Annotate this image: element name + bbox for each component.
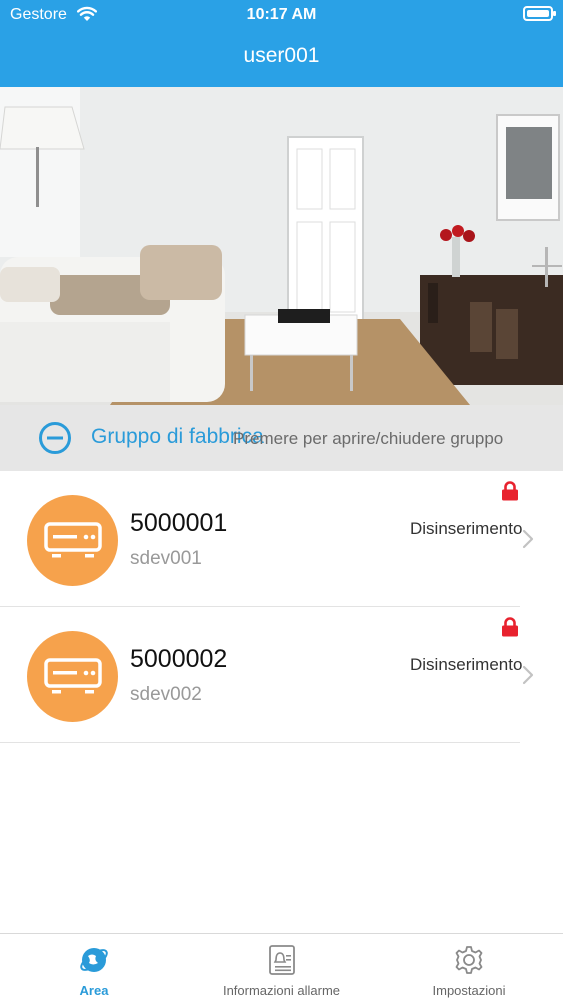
device-icon [44, 522, 102, 558]
device-status: Disinserimento [410, 519, 523, 538]
lock-icon [501, 481, 519, 506]
tab-label: Informazioni allarme [222, 983, 341, 998]
tab-label: Area [79, 983, 109, 998]
hero-image [0, 87, 563, 405]
chevron-right-icon [522, 529, 534, 554]
tab-bar: Area Informazioni allarme Impostazioni [0, 933, 563, 1000]
device-avatar [27, 631, 118, 722]
device-row[interactable]: 5000001 sdev001 Disinserimento [0, 471, 563, 607]
battery-icon [523, 6, 556, 21]
device-row[interactable]: 5000002 sdev002 Disinserimento [0, 607, 563, 743]
tab-area[interactable]: Area [0, 934, 188, 1000]
globe-icon [78, 944, 110, 976]
chevron-right-icon [522, 665, 534, 690]
alarm-info-icon [266, 944, 298, 976]
device-icon [44, 658, 102, 694]
tab-alarm-info[interactable]: Informazioni allarme [188, 934, 375, 1000]
device-subtitle: sdev001 [130, 548, 202, 569]
collapse-group-icon[interactable] [38, 421, 72, 455]
status-bar: Gestore 10:17 AM [0, 0, 563, 30]
device-subtitle: sdev002 [130, 684, 202, 705]
tab-settings[interactable]: Impostazioni [375, 934, 563, 1000]
device-name: 5000002 [130, 645, 228, 673]
row-divider [0, 742, 520, 743]
clock: 10:17 AM [246, 6, 317, 23]
lock-icon [501, 617, 519, 642]
gear-icon [453, 944, 485, 976]
device-avatar [27, 495, 118, 586]
device-status: Disinserimento [410, 655, 523, 674]
page-title: user001 [243, 44, 320, 67]
navigation-bar: user001 [0, 30, 563, 87]
tab-label: Impostazioni [432, 983, 506, 998]
device-name: 5000001 [130, 509, 228, 537]
group-hint: Premere per aprire/chiudere gruppo [233, 429, 504, 448]
group-header[interactable]: Gruppo di fabbrica Premere per aprire/ch… [0, 405, 563, 471]
